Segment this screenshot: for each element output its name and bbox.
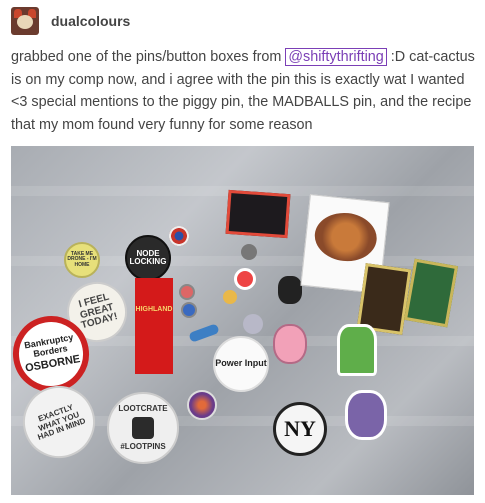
- illustrated-pin: [187, 390, 217, 420]
- power-input-pin: Power Input: [213, 336, 269, 392]
- avatar[interactable]: [11, 7, 39, 35]
- scorpion-sticker: [345, 390, 387, 440]
- small-pin: [181, 302, 197, 318]
- node-locking-pin: NODE LOCKING: [125, 235, 171, 281]
- small-pin: [241, 244, 257, 260]
- mention-link[interactable]: @shiftythrifting: [285, 48, 387, 66]
- ny-pin: NY: [273, 402, 327, 456]
- lootcrate-pin: LOOTCRATE #LOOTPINS: [107, 392, 179, 464]
- cat-cactus-sticker: [337, 324, 377, 376]
- username[interactable]: dualcolours: [51, 13, 130, 29]
- ribbon-award: HIGHLAND: [135, 278, 173, 374]
- trading-card-pin: [225, 189, 291, 239]
- exactly-pin: EXACTLY WHAT YOU HAD IN MIND: [12, 375, 106, 469]
- shield-pin: [169, 226, 189, 246]
- piggy-pin: [273, 324, 307, 364]
- post-caption: grabbed one of the pins/button boxes fro…: [11, 46, 476, 136]
- small-pin: [223, 290, 237, 304]
- post-header: dualcolours: [11, 6, 130, 36]
- small-pin: [278, 276, 302, 304]
- small-pin: [179, 284, 195, 300]
- trading-card: [403, 258, 459, 328]
- take-me-pin: TAKE ME DRONE - I'M HOME: [64, 242, 100, 278]
- caption-text-before: grabbed one of the pins/button boxes fro…: [11, 49, 286, 65]
- small-pin: [234, 268, 256, 290]
- post-photo[interactable]: TAKE ME DRONE - I'M HOME NODE LOCKING HI…: [11, 146, 474, 495]
- small-pin: [243, 314, 263, 334]
